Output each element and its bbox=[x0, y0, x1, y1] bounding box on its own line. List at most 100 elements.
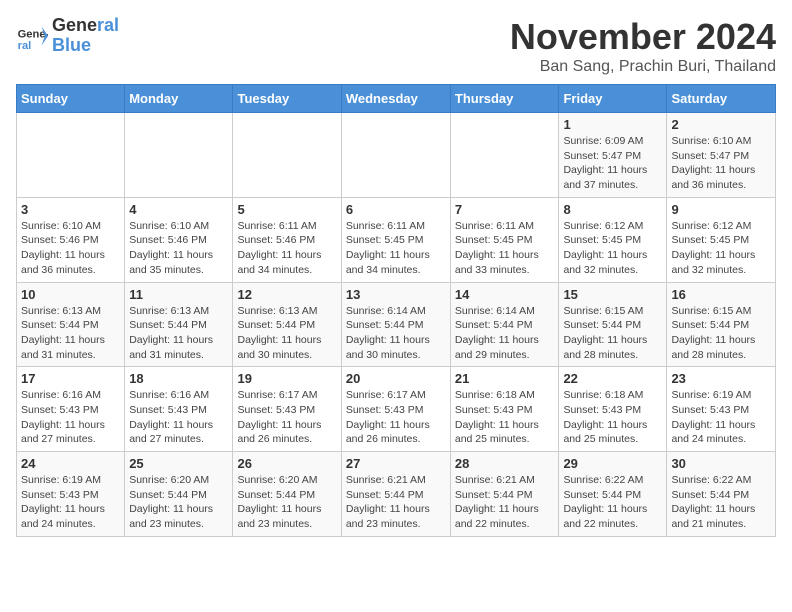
weekday-header-monday: Monday bbox=[125, 85, 233, 113]
logo: Gene- ral General Blue bbox=[16, 16, 119, 56]
calendar-cell: 8Sunrise: 6:12 AM Sunset: 5:45 PM Daylig… bbox=[559, 197, 667, 282]
day-info: Sunrise: 6:14 AM Sunset: 5:44 PM Dayligh… bbox=[455, 304, 555, 363]
title-section: November 2024 Ban Sang, Prachin Buri, Th… bbox=[510, 16, 776, 76]
day-info: Sunrise: 6:10 AM Sunset: 5:47 PM Dayligh… bbox=[671, 134, 771, 193]
day-info: Sunrise: 6:19 AM Sunset: 5:43 PM Dayligh… bbox=[21, 473, 120, 532]
day-number: 3 bbox=[21, 202, 120, 217]
weekday-header-thursday: Thursday bbox=[450, 85, 559, 113]
day-number: 2 bbox=[671, 117, 771, 132]
day-number: 4 bbox=[129, 202, 228, 217]
day-info: Sunrise: 6:16 AM Sunset: 5:43 PM Dayligh… bbox=[21, 388, 120, 447]
day-info: Sunrise: 6:18 AM Sunset: 5:43 PM Dayligh… bbox=[455, 388, 555, 447]
day-number: 14 bbox=[455, 287, 555, 302]
calendar-table: SundayMondayTuesdayWednesdayThursdayFrid… bbox=[16, 84, 776, 537]
day-info: Sunrise: 6:12 AM Sunset: 5:45 PM Dayligh… bbox=[563, 219, 662, 278]
calendar-cell: 6 Sunrise: 6:11 AM Sunset: 5:45 PM Daylig… bbox=[341, 197, 450, 282]
calendar-cell: 12 Sunrise: 6:13 AM Sunset: 5:44 PM Dayli… bbox=[233, 282, 341, 367]
day-info: Sunrise: 6:11 AM Sunset: 5:45 PM Dayligh… bbox=[455, 219, 555, 278]
svg-text:ral: ral bbox=[18, 40, 32, 52]
weekday-header-wednesday: Wednesday bbox=[341, 85, 450, 113]
calendar-cell bbox=[17, 113, 125, 198]
day-number: 26 bbox=[237, 456, 336, 471]
calendar-cell: 17 Sunrise: 6:16 AM Sunset: 5:43 PM Dayli… bbox=[17, 367, 125, 452]
day-info: Sunrise: 6:13 AM Sunset: 5:44 PM Dayligh… bbox=[237, 304, 336, 363]
day-info: Sunrise: 6:20 AM Sunset: 5:44 PM Dayligh… bbox=[237, 473, 336, 532]
calendar-cell: 3 Sunrise: 6:10 AM Sunset: 5:46 PM Daylig… bbox=[17, 197, 125, 282]
day-info: Sunrise: 6:17 AM Sunset: 5:43 PM Dayligh… bbox=[237, 388, 336, 447]
calendar-cell: 30Sunrise: 6:22 AM Sunset: 5:44 PM Dayli… bbox=[667, 452, 776, 537]
day-number: 11 bbox=[129, 287, 228, 302]
calendar-cell: 20Sunrise: 6:17 AM Sunset: 5:43 PM Dayli… bbox=[341, 367, 450, 452]
day-number: 19 bbox=[237, 371, 336, 386]
day-info: Sunrise: 6:11 AM Sunset: 5:45 PM Dayligh… bbox=[346, 219, 446, 278]
day-info: Sunrise: 6:14 AM Sunset: 5:44 PM Dayligh… bbox=[346, 304, 446, 363]
week-row-1: 3 Sunrise: 6:10 AM Sunset: 5:46 PM Daylig… bbox=[17, 197, 776, 282]
logo-icon: Gene- ral bbox=[16, 20, 48, 52]
day-info: Sunrise: 6:12 AM Sunset: 5:45 PM Dayligh… bbox=[671, 219, 771, 278]
week-row-4: 24 Sunrise: 6:19 AM Sunset: 5:43 PM Dayli… bbox=[17, 452, 776, 537]
calendar-cell: 2 Sunrise: 6:10 AM Sunset: 5:47 PM Daylig… bbox=[667, 113, 776, 198]
calendar-cell: 19 Sunrise: 6:17 AM Sunset: 5:43 PM Dayli… bbox=[233, 367, 341, 452]
day-info: Sunrise: 6:16 AM Sunset: 5:43 PM Dayligh… bbox=[129, 388, 228, 447]
day-number: 7 bbox=[455, 202, 555, 217]
calendar-cell: 25 Sunrise: 6:20 AM Sunset: 5:44 PM Dayli… bbox=[125, 452, 233, 537]
calendar-cell: 27 Sunrise: 6:21 AM Sunset: 5:44 PM Dayli… bbox=[341, 452, 450, 537]
calendar-cell: 29Sunrise: 6:22 AM Sunset: 5:44 PM Dayli… bbox=[559, 452, 667, 537]
logo-text-line2: Blue bbox=[52, 36, 119, 56]
day-number: 22 bbox=[563, 371, 662, 386]
day-number: 17 bbox=[21, 371, 120, 386]
day-number: 12 bbox=[237, 287, 336, 302]
calendar-cell: 26 Sunrise: 6:20 AM Sunset: 5:44 PM Dayli… bbox=[233, 452, 341, 537]
day-number: 5 bbox=[237, 202, 336, 217]
calendar-cell: 21 Sunrise: 6:18 AM Sunset: 5:43 PM Dayli… bbox=[450, 367, 559, 452]
calendar-cell: 1 Sunrise: 6:09 AM Sunset: 5:47 PM Daylig… bbox=[559, 113, 667, 198]
week-row-2: 10 Sunrise: 6:13 AM Sunset: 5:44 PM Dayli… bbox=[17, 282, 776, 367]
calendar-cell: 23 Sunrise: 6:19 AM Sunset: 5:43 PM Dayli… bbox=[667, 367, 776, 452]
day-info: Sunrise: 6:21 AM Sunset: 5:44 PM Dayligh… bbox=[346, 473, 446, 532]
weekday-header-row: SundayMondayTuesdayWednesdayThursdayFrid… bbox=[17, 85, 776, 113]
day-number: 21 bbox=[455, 371, 555, 386]
day-info: Sunrise: 6:13 AM Sunset: 5:44 PM Dayligh… bbox=[129, 304, 228, 363]
calendar-cell: 28Sunrise: 6:21 AM Sunset: 5:44 PM Dayli… bbox=[450, 452, 559, 537]
day-info: Sunrise: 6:17 AM Sunset: 5:43 PM Dayligh… bbox=[346, 388, 446, 447]
weekday-header-tuesday: Tuesday bbox=[233, 85, 341, 113]
day-number: 15 bbox=[563, 287, 662, 302]
calendar-cell bbox=[125, 113, 233, 198]
week-row-3: 17 Sunrise: 6:16 AM Sunset: 5:43 PM Dayli… bbox=[17, 367, 776, 452]
day-info: Sunrise: 6:22 AM Sunset: 5:44 PM Dayligh… bbox=[563, 473, 662, 532]
day-number: 25 bbox=[129, 456, 228, 471]
calendar-cell: 9 Sunrise: 6:12 AM Sunset: 5:45 PM Daylig… bbox=[667, 197, 776, 282]
day-info: Sunrise: 6:09 AM Sunset: 5:47 PM Dayligh… bbox=[563, 134, 662, 193]
calendar-cell: 11 Sunrise: 6:13 AM Sunset: 5:44 PM Dayli… bbox=[125, 282, 233, 367]
day-number: 30 bbox=[671, 456, 771, 471]
calendar-cell: 10Sunrise: 6:13 AM Sunset: 5:44 PM Dayli… bbox=[17, 282, 125, 367]
calendar-cell: 22 Sunrise: 6:18 AM Sunset: 5:43 PM Dayli… bbox=[559, 367, 667, 452]
calendar-cell: 13 Sunrise: 6:14 AM Sunset: 5:44 PM Dayli… bbox=[341, 282, 450, 367]
day-number: 16 bbox=[671, 287, 771, 302]
day-info: Sunrise: 6:10 AM Sunset: 5:46 PM Dayligh… bbox=[129, 219, 228, 278]
day-info: Sunrise: 6:15 AM Sunset: 5:44 PM Dayligh… bbox=[671, 304, 771, 363]
weekday-header-saturday: Saturday bbox=[667, 85, 776, 113]
calendar-cell bbox=[233, 113, 341, 198]
day-info: Sunrise: 6:10 AM Sunset: 5:46 PM Dayligh… bbox=[21, 219, 120, 278]
day-number: 13 bbox=[346, 287, 446, 302]
day-number: 28 bbox=[455, 456, 555, 471]
day-info: Sunrise: 6:20 AM Sunset: 5:44 PM Dayligh… bbox=[129, 473, 228, 532]
calendar-cell: 5Sunrise: 6:11 AM Sunset: 5:46 PM Daylig… bbox=[233, 197, 341, 282]
day-number: 1 bbox=[563, 117, 662, 132]
day-number: 23 bbox=[671, 371, 771, 386]
day-number: 10 bbox=[21, 287, 120, 302]
calendar-cell: 24 Sunrise: 6:19 AM Sunset: 5:43 PM Dayli… bbox=[17, 452, 125, 537]
day-number: 6 bbox=[346, 202, 446, 217]
calendar-cell: 18Sunrise: 6:16 AM Sunset: 5:43 PM Dayli… bbox=[125, 367, 233, 452]
calendar-cell: 4 Sunrise: 6:10 AM Sunset: 5:46 PM Daylig… bbox=[125, 197, 233, 282]
calendar-cell: 7 Sunrise: 6:11 AM Sunset: 5:45 PM Daylig… bbox=[450, 197, 559, 282]
day-number: 9 bbox=[671, 202, 771, 217]
day-number: 27 bbox=[346, 456, 446, 471]
day-info: Sunrise: 6:15 AM Sunset: 5:44 PM Dayligh… bbox=[563, 304, 662, 363]
day-info: Sunrise: 6:19 AM Sunset: 5:43 PM Dayligh… bbox=[671, 388, 771, 447]
day-info: Sunrise: 6:18 AM Sunset: 5:43 PM Dayligh… bbox=[563, 388, 662, 447]
week-row-0: 1 Sunrise: 6:09 AM Sunset: 5:47 PM Daylig… bbox=[17, 113, 776, 198]
day-number: 24 bbox=[21, 456, 120, 471]
calendar-cell: 16 Sunrise: 6:15 AM Sunset: 5:44 PM Dayli… bbox=[667, 282, 776, 367]
